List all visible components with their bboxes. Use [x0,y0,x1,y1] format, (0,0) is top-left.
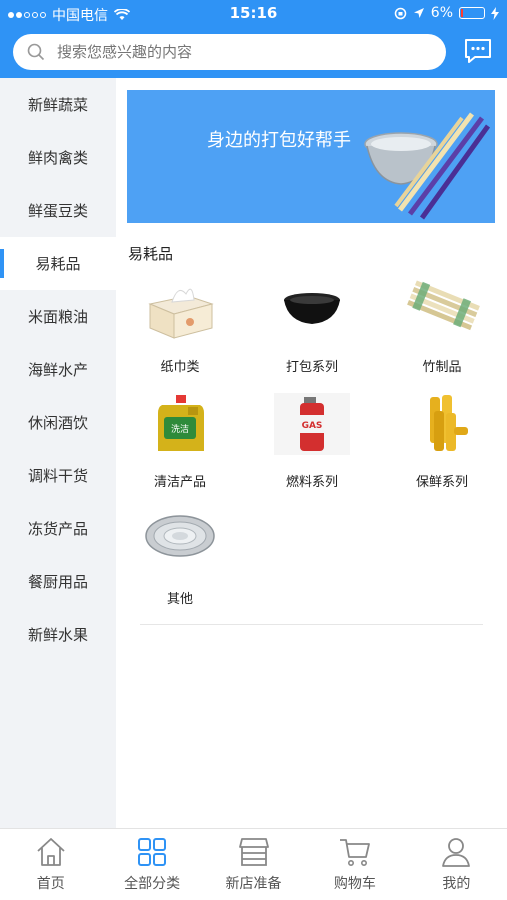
product-takeout[interactable]: 打包系列 [252,278,372,388]
gas-canister-icon: GAS [274,393,350,455]
product-label: 燃料系列 [285,475,338,490]
product-label: 纸巾类 [160,360,200,375]
tissue-box-icon [148,288,214,339]
product-other[interactable]: 其他 [120,510,240,620]
product-label: 保鲜系列 [415,475,468,490]
bamboo-chopsticks-icon [407,280,480,331]
grid-icon [138,838,167,866]
chopsticks-icon [394,112,491,220]
category-content: 身边的打包好帮手 易耗品 纸巾类 打包系列 竹制品 洗洁 清洁产品 GAS 燃料… [116,78,507,828]
sidebar-item-seasoning[interactable]: 调料干货 [0,449,116,502]
sidebar-item-frozen[interactable]: 冻货产品 [0,502,116,555]
product-fuel[interactable]: GAS 燃料系列 [252,393,372,503]
tab-new-store[interactable]: 新店准备 [203,829,304,900]
tab-all-categories[interactable]: 全部分类 [101,829,202,900]
search-bar[interactable] [13,34,446,70]
tab-label: 购物车 [333,876,376,892]
search-header [0,28,507,78]
sidebar-item-kitchenware[interactable]: 餐厨用品 [0,555,116,608]
product-bamboo[interactable]: 竹制品 [382,278,502,388]
sidebar-item-consumables[interactable]: 易耗品 [0,237,116,290]
sidebar-item-label: 鲜蛋豆类 [27,202,88,220]
search-input[interactable] [57,43,417,61]
search-icon [27,43,45,61]
sidebar-item-label: 餐厨用品 [27,573,88,591]
cling-film-icon [430,395,468,451]
status-right: 6% [394,5,499,21]
tab-home[interactable]: 首页 [0,829,101,900]
product-label: 其他 [166,592,193,607]
section-divider [140,624,483,625]
location-icon [413,8,424,18]
detergent-bottle-icon: 洗洁 [158,395,204,451]
foil-tray-icon [145,515,215,557]
sidebar-item-label: 新鲜水果 [27,626,88,644]
product-fresh-keeping[interactable]: 保鲜系列 [382,393,502,503]
sidebar-item-vegetables[interactable]: 新鲜蔬菜 [0,78,116,131]
product-label: 竹制品 [422,360,462,375]
sidebar-item-seafood[interactable]: 海鲜水产 [0,343,116,396]
home-icon [37,838,65,866]
sidebar-item-fruit[interactable]: 新鲜水果 [0,608,116,661]
bottom-tab-bar: 首页 全部分类 新店准备 购物车 我的 [0,828,507,900]
sidebar-item-label: 休闲酒饮 [27,414,88,432]
orientation-lock-icon [394,7,407,19]
battery-percent: 6% [430,5,453,21]
message-icon[interactable] [463,37,493,65]
sidebar-item-grain-oil[interactable]: 米面粮油 [0,290,116,343]
svg-text:GAS: GAS [302,421,323,431]
status-bar: 中国电信 15:16 6% [0,0,507,28]
product-tissue[interactable]: 纸巾类 [120,278,240,388]
sidebar-item-drinks[interactable]: 休闲酒饮 [0,396,116,449]
promo-banner[interactable]: 身边的打包好帮手 [127,90,495,223]
sidebar-item-meat[interactable]: 鲜肉禽类 [0,131,116,184]
sidebar-item-label: 米面粮油 [27,308,88,326]
battery-icon [459,7,485,19]
tab-mine[interactable]: 我的 [406,829,507,900]
sidebar-item-label: 海鲜水产 [27,361,88,379]
user-icon [442,838,471,867]
tab-label: 新店准备 [225,876,282,892]
product-cleaning[interactable]: 洗洁 清洁产品 [120,393,240,503]
takeout-bowl-icon [284,293,340,324]
product-label: 打包系列 [285,360,338,375]
store-icon [238,838,269,866]
tab-cart[interactable]: 购物车 [304,829,405,900]
charging-icon [491,6,499,20]
cart-icon [339,839,370,866]
sidebar-item-label: 鲜肉禽类 [27,149,88,167]
product-label: 清洁产品 [153,475,206,490]
sidebar-item-label: 易耗品 [35,255,81,273]
banner-text: 身边的打包好帮手 [207,130,351,151]
category-sidebar: 新鲜蔬菜 鲜肉禽类 鲜蛋豆类 易耗品 米面粮油 海鲜水产 休闲酒饮 调料干货 冻… [0,78,116,828]
tab-label: 我的 [442,876,471,892]
sidebar-item-label: 冻货产品 [27,520,88,538]
tab-label: 首页 [36,876,65,892]
sidebar-item-label: 调料干货 [27,467,88,485]
sidebar-item-eggs-beans[interactable]: 鲜蛋豆类 [0,184,116,237]
svg-text:洗洁: 洗洁 [171,423,189,435]
section-title: 易耗品 [128,245,174,263]
tab-label: 全部分类 [124,876,181,892]
sidebar-item-label: 新鲜蔬菜 [27,96,88,114]
